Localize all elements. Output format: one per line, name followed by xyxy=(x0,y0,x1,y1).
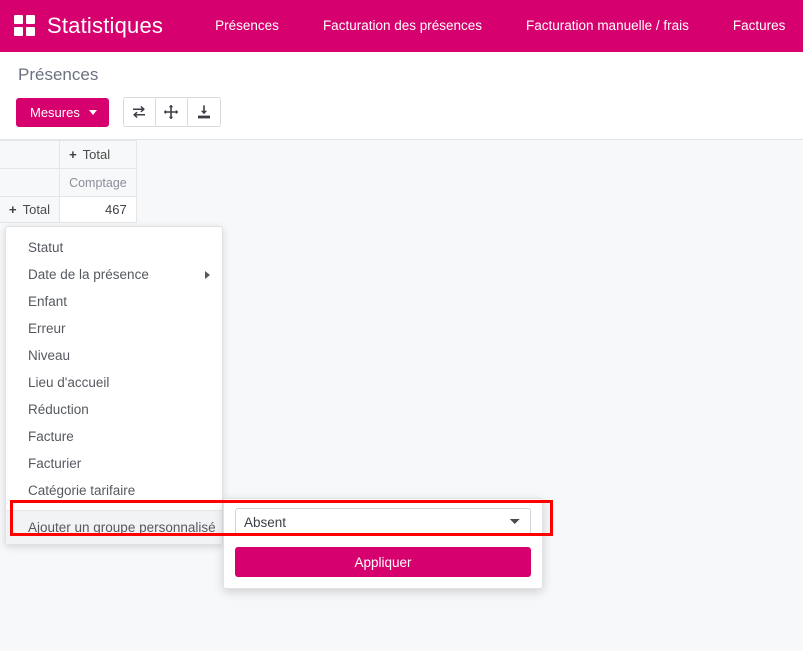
expand-plus-icon: + xyxy=(9,202,17,217)
expand-plus-icon: + xyxy=(69,147,77,162)
nav-item-presences[interactable]: Présences xyxy=(193,0,301,52)
menu-item-facturier[interactable]: Facturier xyxy=(6,450,222,477)
nav-item-facturation-des-presences[interactable]: Facturation des présences xyxy=(301,0,504,52)
pivot-row-header-total[interactable]: + Total xyxy=(0,196,61,223)
menu-item-label: Ajouter un groupe personnalisé xyxy=(28,520,216,535)
apps-grid-square xyxy=(26,15,35,24)
chevron-right-icon xyxy=(205,270,210,279)
expand-all-icon[interactable] xyxy=(155,98,188,126)
pivot-toolbar: Mesures xyxy=(16,97,787,127)
menu-item-erreur[interactable]: Erreur xyxy=(6,315,222,342)
breadcrumb: Présences xyxy=(18,65,99,84)
menu-item-label: Catégorie tarifaire xyxy=(28,483,136,498)
menu-item-label: Facturier xyxy=(28,456,82,471)
navbar-menu: Présences Facturation des présences Fact… xyxy=(193,0,803,52)
nav-item-facturation-manuelle-frais[interactable]: Facturation manuelle / frais xyxy=(504,0,711,52)
groupby-dropdown-menu: Statut Date de la présence Enfant Erreur… xyxy=(5,226,231,545)
measures-button[interactable]: Mesures xyxy=(16,97,109,127)
menu-item-date-de-la-presence[interactable]: Date de la présence xyxy=(6,261,222,288)
menu-item-label: Facture xyxy=(28,429,74,444)
pivot-tool-group xyxy=(122,97,221,127)
pivot-corner-cell xyxy=(0,140,61,169)
custom-group-field-select[interactable]: Absent xyxy=(235,508,531,536)
pivot-column-header-total[interactable]: + Total xyxy=(59,140,137,169)
apps-grid-square xyxy=(14,27,23,36)
pivot-table-container: + Total Comptage + Total 467 xyxy=(0,140,803,223)
pivot-row-header-label: Total xyxy=(22,202,51,217)
menu-item-lieu-daccueil[interactable]: Lieu d'accueil xyxy=(6,369,222,396)
apps-grid-square xyxy=(26,27,35,36)
menu-item-label: Erreur xyxy=(28,321,66,336)
table-row: + Total 467 xyxy=(0,196,137,223)
control-panel: Présences Mesures xyxy=(0,52,803,140)
custom-group-submenu-panel: Absent Appliquer xyxy=(223,498,543,589)
pivot-column-header-label: Total xyxy=(82,147,111,162)
nav-item-factures[interactable]: Factures xyxy=(711,0,803,52)
pivot-measure-header-comptage[interactable]: Comptage xyxy=(59,168,137,197)
top-navbar: Statistiques Présences Facturation des p… xyxy=(0,0,803,52)
menu-item-label: Lieu d'accueil xyxy=(28,375,110,390)
menu-item-add-custom-group[interactable]: Ajouter un groupe personnalisé xyxy=(6,511,231,544)
menu-item-niveau[interactable]: Niveau xyxy=(6,342,222,369)
menu-item-categorie-tarifaire[interactable]: Catégorie tarifaire xyxy=(6,477,222,504)
apps-grid-square xyxy=(14,15,23,24)
chevron-down-icon xyxy=(88,109,97,115)
menu-item-enfant[interactable]: Enfant xyxy=(6,288,222,315)
menu-item-label: Réduction xyxy=(28,402,89,417)
pivot-measure-row: Comptage xyxy=(0,168,137,197)
menu-item-label: Niveau xyxy=(28,348,71,363)
download-xlsx-icon[interactable] xyxy=(187,98,220,126)
app-brand-title[interactable]: Statistiques xyxy=(47,13,163,39)
measures-button-label: Mesures xyxy=(30,104,80,120)
menu-item-label: Statut xyxy=(28,240,64,255)
menu-item-label: Date de la présence xyxy=(28,267,149,282)
apps-grid-icon[interactable] xyxy=(14,15,35,37)
menu-item-facture[interactable]: Facture xyxy=(6,423,222,450)
flip-axis-icon[interactable] xyxy=(123,98,156,126)
pivot-header-row: + Total xyxy=(0,140,137,169)
menu-item-statut[interactable]: Statut xyxy=(6,234,222,261)
pivot-table: + Total Comptage + Total 467 xyxy=(0,140,137,223)
pivot-corner-cell-2 xyxy=(0,168,61,197)
menu-item-label: Enfant xyxy=(28,294,68,309)
apply-button[interactable]: Appliquer xyxy=(235,547,531,577)
pivot-value-total-comptage[interactable]: 467 xyxy=(59,196,137,223)
menu-item-reduction[interactable]: Réduction xyxy=(6,396,222,423)
